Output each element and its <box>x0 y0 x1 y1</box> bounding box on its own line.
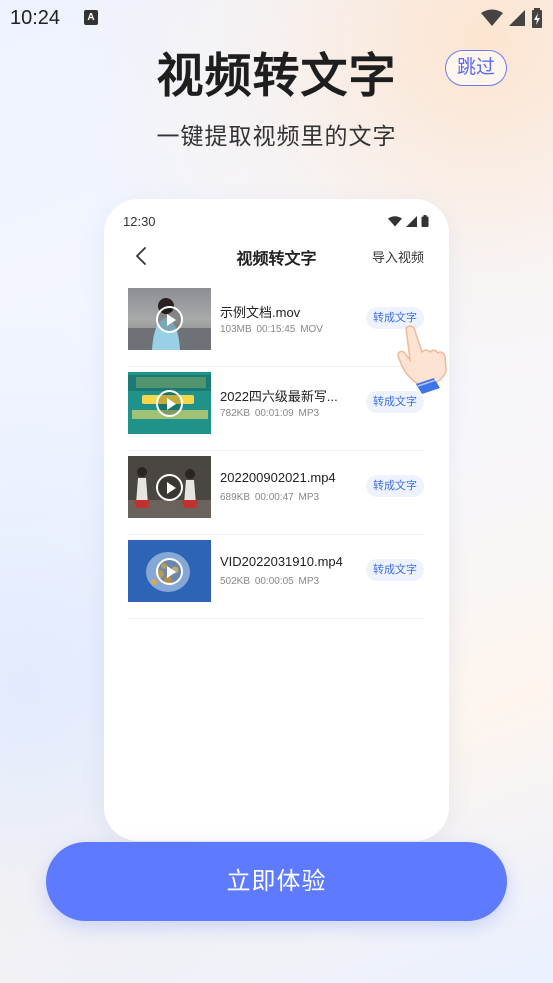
status-icons <box>481 8 543 28</box>
video-format: MP3 <box>298 408 320 419</box>
status-time: 10:24 <box>10 7 61 29</box>
video-size: 782KB <box>220 408 251 419</box>
video-thumbnail[interactable] <box>128 456 211 518</box>
signal-icon <box>509 10 525 26</box>
video-row[interactable]: VID2022031910.mp4 502KB 00:00:05 MP3 转成文… <box>128 535 424 619</box>
try-now-button[interactable]: 立即体验 <box>46 842 507 921</box>
pointing-hand-icon <box>397 325 447 394</box>
video-meta: 103MB 00:15:45 MOV <box>220 324 323 335</box>
video-size: 502KB <box>220 576 251 587</box>
video-format: MP3 <box>298 492 320 503</box>
phone-status-time: 12:30 <box>123 214 156 229</box>
play-icon[interactable] <box>156 558 183 585</box>
video-size: 103MB <box>220 324 252 335</box>
video-name: VID2022031910.mp4 <box>220 554 343 569</box>
video-format: MP3 <box>298 576 320 587</box>
video-duration: 00:00:05 <box>254 576 294 587</box>
video-row[interactable]: 2022四六级最新写... 782KB 00:01:09 MP3 转成文字 <box>128 367 424 451</box>
video-thumbnail[interactable] <box>128 288 211 350</box>
video-meta: 502KB 00:00:05 MP3 <box>220 576 319 587</box>
video-meta: 689KB 00:00:47 MP3 <box>220 492 319 503</box>
convert-to-text-button[interactable]: 转成文字 <box>366 475 424 497</box>
video-duration: 00:01:09 <box>254 408 294 419</box>
video-row[interactable]: 示例文档.mov 103MB 00:15:45 MOV 转成文字 <box>128 283 424 367</box>
status-bar: 10:24 A <box>0 0 553 38</box>
video-duration: 00:15:45 <box>256 324 296 335</box>
notification-a-icon: A <box>84 10 98 25</box>
video-meta: 782KB 00:01:09 MP3 <box>220 408 319 419</box>
video-name: 202200902021.mp4 <box>220 470 336 485</box>
page-subtitle: 一键提取视频里的文字 <box>156 124 397 150</box>
video-name: 2022四六级最新写... <box>220 389 338 404</box>
video-thumbnail[interactable] <box>128 540 211 602</box>
video-list: 示例文档.mov 103MB 00:15:45 MOV 转成文字 2022四六级… <box>128 283 424 619</box>
video-name: 示例文档.mov <box>220 305 301 320</box>
video-size: 689KB <box>220 492 251 503</box>
play-icon[interactable] <box>156 474 183 501</box>
play-icon[interactable] <box>156 306 183 333</box>
wifi-icon <box>481 9 503 26</box>
phone-wifi-icon <box>388 215 402 226</box>
skip-button[interactable]: 跳过 <box>445 50 507 86</box>
video-thumbnail[interactable] <box>128 372 211 434</box>
convert-to-text-button[interactable]: 转成文字 <box>366 559 424 581</box>
phone-status-icons <box>388 215 429 227</box>
play-icon[interactable] <box>156 390 183 417</box>
phone-mockup: 12:30 视频转文字 导入视频 示例文档.mov 103MB 00:15:45… <box>104 199 449 841</box>
phone-signal-icon <box>406 215 417 227</box>
video-row[interactable]: 202200902021.mp4 689KB 00:00:47 MP3 转成文字 <box>128 451 424 535</box>
battery-icon <box>532 8 542 28</box>
video-format: MOV <box>300 324 323 335</box>
convert-to-text-button[interactable]: 转成文字 <box>366 391 424 413</box>
phone-battery-icon <box>421 215 429 227</box>
import-video-button[interactable]: 导入视频 <box>372 247 424 266</box>
video-duration: 00:00:47 <box>254 492 294 503</box>
